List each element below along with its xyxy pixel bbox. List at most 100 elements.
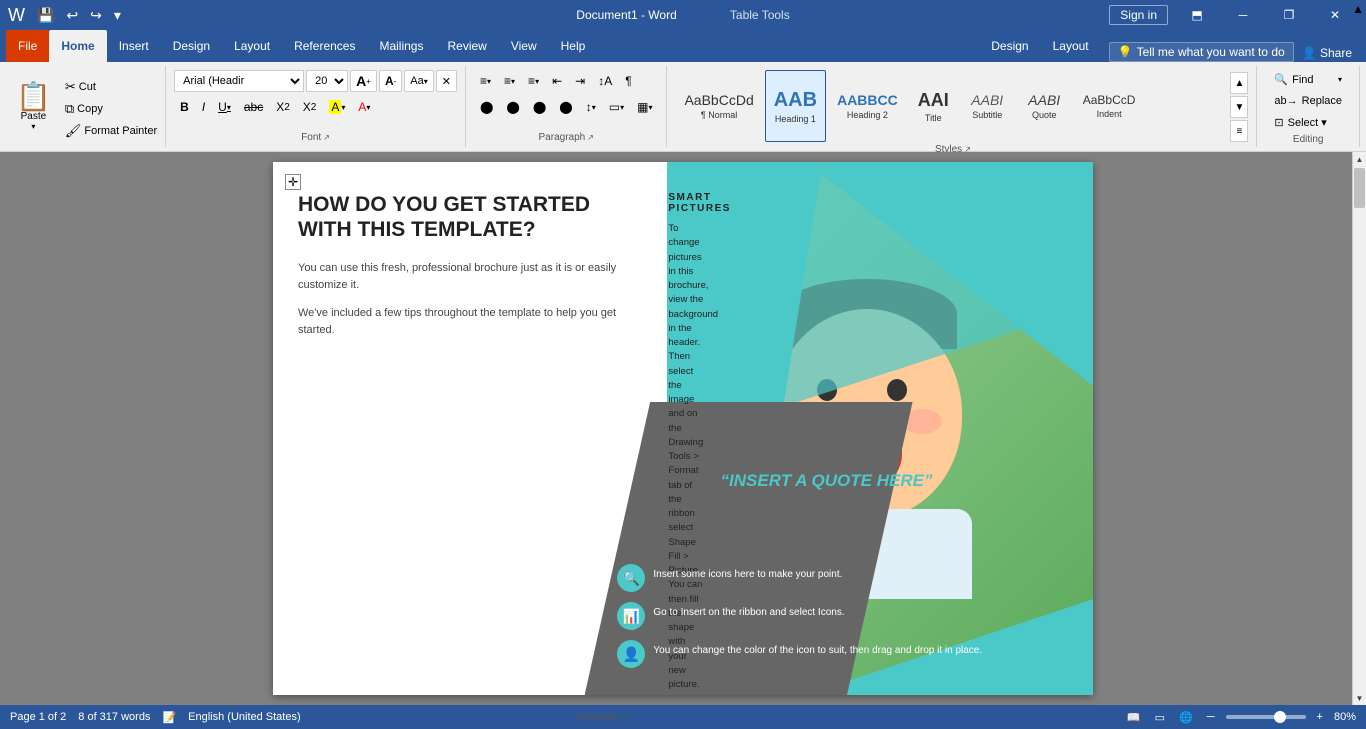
justify-button[interactable]: ⬤ [553,96,578,118]
tab-table-layout[interactable]: Layout [1041,30,1101,62]
text-highlight-button[interactable]: A▾ [323,96,351,118]
save-button[interactable]: 💾 [33,5,58,26]
decrease-indent-button[interactable]: ⇤ [546,70,568,92]
paste-button[interactable]: 📋 Paste ▾ [10,81,57,133]
strikethrough-button[interactable]: abc [238,96,269,118]
vertical-scrollbar[interactable]: ▲ ▼ [1352,152,1366,705]
style-subtitle-label: Subtitle [972,110,1002,120]
increase-indent-button[interactable]: ⇥ [569,70,591,92]
format-painter-button[interactable]: 🖌 Format Painter [61,121,161,141]
font-expand-icon[interactable]: ↗ [323,133,330,142]
sort-button[interactable]: ↕A [592,70,618,92]
undo-button[interactable]: ↩ [62,5,82,26]
tab-mailings[interactable]: Mailings [367,30,435,62]
tab-insert[interactable]: Insert [107,30,161,62]
font-shrink-button[interactable]: A- [379,70,402,92]
clear-formatting-button[interactable]: ✕ [436,70,457,92]
cut-button[interactable]: ✂ Cut [61,77,161,97]
tab-view[interactable]: View [499,30,549,62]
tab-table-design[interactable]: Design [979,30,1040,62]
styles-scroll-down[interactable]: ▼ [1230,96,1248,118]
tab-home[interactable]: Home [49,30,106,62]
align-left-button[interactable]: ⬤ [474,96,499,118]
font-family-select[interactable]: Arial (Headir [174,70,304,92]
share-icon: 👤 [1302,46,1317,60]
ribbon-collapse-button[interactable]: ▲ [1350,0,1366,18]
editing-group: 🔍 Find ▾ ab→ Replace ⊡ Select ▾ Editing [1257,66,1360,147]
change-case-icon: Aa [410,75,423,87]
style-heading1[interactable]: AAB Heading 1 [765,70,826,142]
sort-icon: ↕A [598,74,612,88]
subscript-button[interactable]: X2 [270,96,296,118]
para-row2: ⬤ ⬤ ⬤ ⬤ ↕▾ ▭▾ ▦▾ [474,96,658,118]
scrollbar-track[interactable] [1353,166,1366,691]
align-right-button[interactable]: ⬤ [527,96,552,118]
tab-file[interactable]: File [6,30,49,62]
tell-me-box[interactable]: 💡 Tell me what you want to do [1109,42,1294,62]
minimize-button[interactable]: ─ [1220,0,1266,30]
paste-icon: 📋 [16,83,51,111]
multilevel-list-button[interactable]: ≡▾ [522,70,545,92]
numbering-icon: ≡ [504,74,511,88]
tab-layout[interactable]: Layout [222,30,282,62]
style-heading2[interactable]: AABBCC Heading 2 [828,70,907,142]
font-color-button[interactable]: A▾ [352,96,376,118]
signin-button[interactable]: Sign in [1109,5,1168,25]
zoom-in-button[interactable]: + [1314,710,1326,724]
styles-more-button[interactable]: ≡ [1230,120,1248,142]
ribbon-display-button[interactable]: ⬒ [1174,0,1220,30]
restore-button[interactable]: ❐ [1266,0,1312,30]
replace-button[interactable]: ab→ Replace [1265,92,1351,110]
paragraph-expand-icon[interactable]: ↗ [587,133,594,142]
font-size-select[interactable]: 20 [306,70,348,92]
clipboard-expand-icon[interactable]: ↗ [622,713,629,722]
shading-button[interactable]: ▭▾ [603,96,630,118]
tab-design[interactable]: Design [161,30,222,62]
change-case-button[interactable]: Aa▾ [404,70,433,92]
bullets-button[interactable]: ≡▾ [474,70,497,92]
underline-button[interactable]: U▾ [212,96,237,118]
style-quote[interactable]: AABI Quote [1017,70,1072,142]
zoom-thumb[interactable] [1274,711,1286,723]
scrollbar-thumb[interactable] [1354,168,1365,208]
style-normal[interactable]: AaBbCcDd ¶ Normal [675,70,762,142]
style-subtitle[interactable]: AABI Subtitle [960,70,1015,142]
redo-button[interactable]: ↪ [86,5,106,26]
quick-access-dropdown[interactable]: ▾ [110,5,125,26]
scrollbar-up-arrow[interactable]: ▲ [1353,152,1366,166]
scrollbar-down-arrow[interactable]: ▼ [1353,691,1366,705]
para-row1: ≡▾ ≡▾ ≡▾ ⇤ ⇥ ↕A ¶ [474,70,638,92]
bold-button[interactable]: B [174,96,195,118]
line-spacing-button[interactable]: ↕▾ [580,96,602,118]
word-icon: W [8,5,25,26]
copy-button[interactable]: ⧉ Copy [61,99,161,119]
style-heading2-preview: AABBCC [837,92,898,108]
style-title[interactable]: AAI Title [909,70,958,142]
superscript-button[interactable]: X2 [297,96,323,118]
move-handle[interactable]: ✛ [285,174,301,190]
styles-scroll-up[interactable]: ▲ [1230,72,1248,94]
ribbon: 📋 Paste ▾ ✂ Cut ⧉ Copy 🖌 Format Painter … [0,62,1366,152]
replace-icon: ab→ [1274,95,1297,107]
show-marks-button[interactable]: ¶ [619,70,637,92]
font-grow-button[interactable]: A+ [350,70,377,92]
style-indent[interactable]: AaBbCcD Indent [1074,70,1145,142]
zoom-level[interactable]: 80% [1334,711,1356,723]
align-left-icon: ⬤ [480,100,493,114]
tab-review[interactable]: Review [435,30,498,62]
align-center-button[interactable]: ⬤ [500,96,525,118]
title-bar-left: W 💾 ↩ ↪ ▾ [8,5,125,26]
borders-button[interactable]: ▦▾ [631,96,658,118]
numbering-button[interactable]: ≡▾ [498,70,521,92]
document-area: ✛ [0,152,1366,705]
italic-button[interactable]: I [196,96,211,118]
style-indent-preview: AaBbCcD [1083,93,1136,107]
select-button[interactable]: ⊡ Select ▾ [1265,113,1351,132]
tab-references[interactable]: References [282,30,367,62]
share-button[interactable]: 👤 Share [1294,44,1360,62]
find-button[interactable]: 🔍 Find ▾ [1265,70,1351,89]
zoom-slider[interactable] [1226,715,1306,719]
style-subtitle-preview: AABI [971,92,1003,108]
tab-help[interactable]: Help [549,30,598,62]
style-title-label: Title [925,113,942,123]
